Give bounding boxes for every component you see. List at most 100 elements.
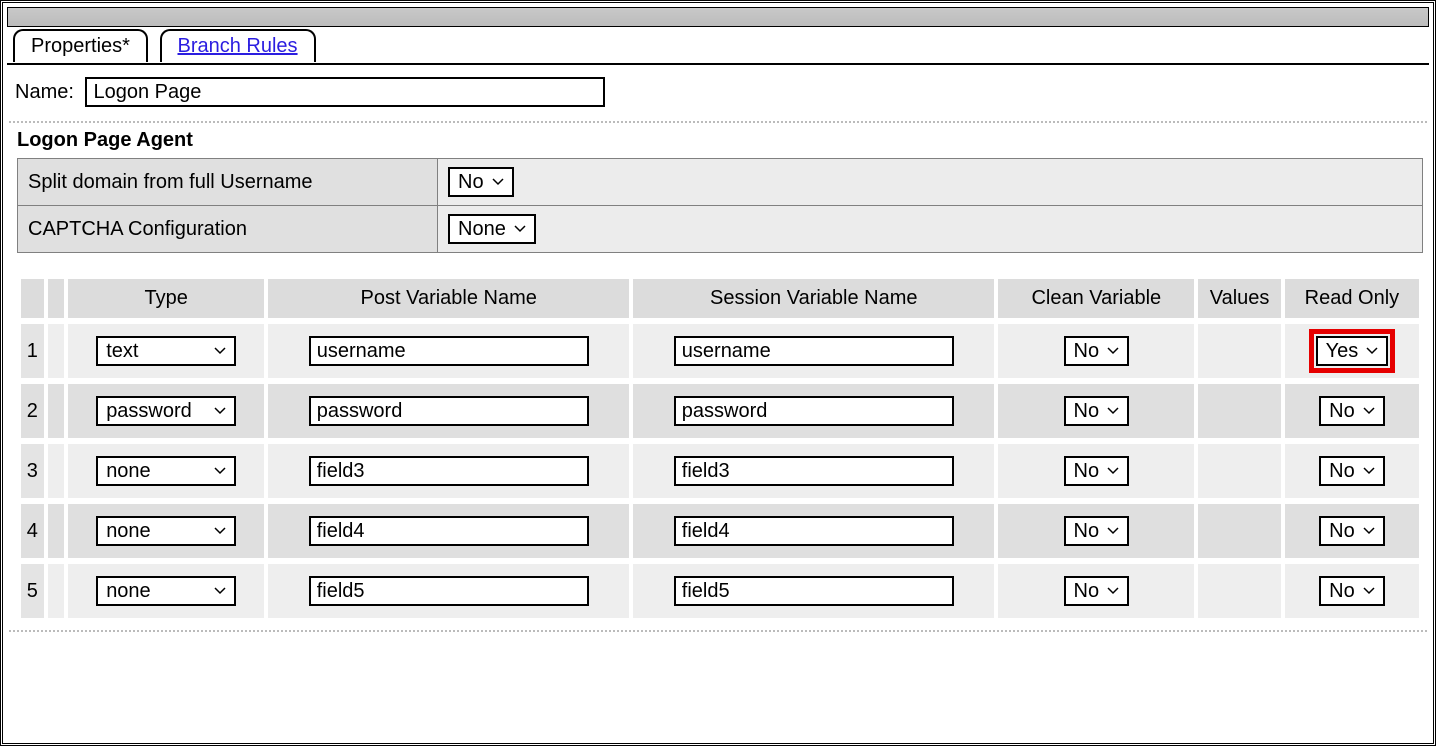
select-value: none [106, 460, 151, 483]
chevron-down-icon [214, 347, 226, 355]
select-value: No [1074, 580, 1100, 603]
table-row: 4 none No No [21, 504, 1419, 558]
row-number: 4 [21, 504, 44, 558]
select-value: No [1074, 340, 1100, 363]
select-value: No [1074, 460, 1100, 483]
select-value: None [458, 218, 506, 241]
settings-table: Split domain from full Username No CAPTC… [17, 158, 1423, 253]
session-variable-input[interactable] [674, 396, 954, 426]
clean-variable-select[interactable]: No [1064, 516, 1130, 546]
session-variable-input[interactable] [674, 336, 954, 366]
chevron-down-icon [1107, 347, 1119, 355]
select-value: No [1329, 520, 1355, 543]
col-type: Type [68, 279, 264, 318]
chevron-down-icon [1107, 407, 1119, 415]
clean-variable-select[interactable]: No [1064, 456, 1130, 486]
select-value: Yes [1326, 340, 1359, 363]
read-only-select[interactable]: No [1319, 576, 1385, 606]
row-spacer [48, 444, 65, 498]
session-variable-input[interactable] [674, 576, 954, 606]
chevron-down-icon [214, 467, 226, 475]
row-spacer [48, 384, 65, 438]
name-label: Name: [15, 81, 74, 103]
clean-variable-select[interactable]: No [1064, 396, 1130, 426]
post-variable-input[interactable] [309, 396, 589, 426]
captcha-config-label: CAPTCHA Configuration [18, 206, 438, 253]
select-value: text [106, 340, 138, 363]
values-cell [1198, 504, 1281, 558]
chevron-down-icon [1363, 587, 1375, 595]
row-number: 3 [21, 444, 44, 498]
type-select[interactable]: none [96, 576, 236, 606]
read-only-select[interactable]: No [1319, 396, 1385, 426]
chevron-down-icon [1363, 467, 1375, 475]
read-only-select[interactable]: No [1319, 456, 1385, 486]
tab-link[interactable]: Branch Rules [178, 35, 298, 57]
col-rownum [21, 279, 44, 318]
select-value: No [458, 171, 484, 194]
chevron-down-icon [214, 527, 226, 535]
name-row: Name: [7, 65, 1429, 121]
read-only-select[interactable]: Yes [1316, 336, 1389, 366]
values-cell [1198, 564, 1281, 618]
row-spacer [48, 564, 65, 618]
chevron-down-icon [1363, 407, 1375, 415]
chevron-down-icon [492, 178, 504, 186]
table-row: 2 password No No [21, 384, 1419, 438]
col-clean: Clean Variable [998, 279, 1194, 318]
chevron-down-icon [1107, 587, 1119, 595]
col-post: Post Variable Name [268, 279, 629, 318]
clean-variable-select[interactable]: No [1064, 336, 1130, 366]
type-select[interactable]: text [96, 336, 236, 366]
chevron-down-icon [1363, 527, 1375, 535]
col-readonly: Read Only [1285, 279, 1419, 318]
table-row: 1textNoYes [21, 324, 1419, 378]
chevron-down-icon [214, 587, 226, 595]
col-spacer [48, 279, 65, 318]
clean-variable-select[interactable]: No [1064, 576, 1130, 606]
chevron-down-icon [214, 407, 226, 415]
col-values: Values [1198, 279, 1281, 318]
chevron-down-icon [1107, 467, 1119, 475]
select-value: No [1329, 400, 1355, 423]
col-session: Session Variable Name [633, 279, 994, 318]
split-domain-select[interactable]: No [448, 167, 514, 197]
chevron-down-icon [1107, 527, 1119, 535]
select-value: No [1074, 520, 1100, 543]
post-variable-input[interactable] [309, 516, 589, 546]
values-cell [1198, 444, 1281, 498]
table-row: 5 none No No [21, 564, 1419, 618]
post-variable-input[interactable] [309, 576, 589, 606]
session-variable-input[interactable] [674, 516, 954, 546]
values-cell [1198, 384, 1281, 438]
table-header-row: Type Post Variable Name Session Variable… [21, 279, 1419, 318]
type-select[interactable]: none [96, 516, 236, 546]
session-variable-input[interactable] [674, 456, 954, 486]
type-select[interactable]: none [96, 456, 236, 486]
section-header: Logon Page Agent [7, 123, 1429, 158]
select-value: password [106, 400, 192, 423]
row-spacer [48, 504, 65, 558]
name-input[interactable] [85, 77, 605, 107]
post-variable-input[interactable] [309, 456, 589, 486]
window-toolbar [7, 7, 1429, 27]
split-domain-label: Split domain from full Username [18, 159, 438, 206]
values-cell [1198, 324, 1281, 378]
row-number: 5 [21, 564, 44, 618]
tab-branch-rules[interactable]: Branch Rules [160, 29, 316, 62]
select-value: none [106, 580, 151, 603]
row-spacer [48, 324, 65, 378]
tab-label: Properties* [31, 35, 130, 57]
separator-bottom [9, 630, 1427, 632]
chevron-down-icon [1366, 347, 1378, 355]
table-row: 3 none No No [21, 444, 1419, 498]
fields-table: Type Post Variable Name Session Variable… [17, 273, 1423, 624]
row-number: 2 [21, 384, 44, 438]
read-only-select[interactable]: No [1319, 516, 1385, 546]
tab-properties[interactable]: Properties* [13, 29, 148, 62]
select-value: No [1074, 400, 1100, 423]
post-variable-input[interactable] [309, 336, 589, 366]
type-select[interactable]: password [96, 396, 236, 426]
select-value: No [1329, 460, 1355, 483]
captcha-config-select[interactable]: None [448, 214, 536, 244]
